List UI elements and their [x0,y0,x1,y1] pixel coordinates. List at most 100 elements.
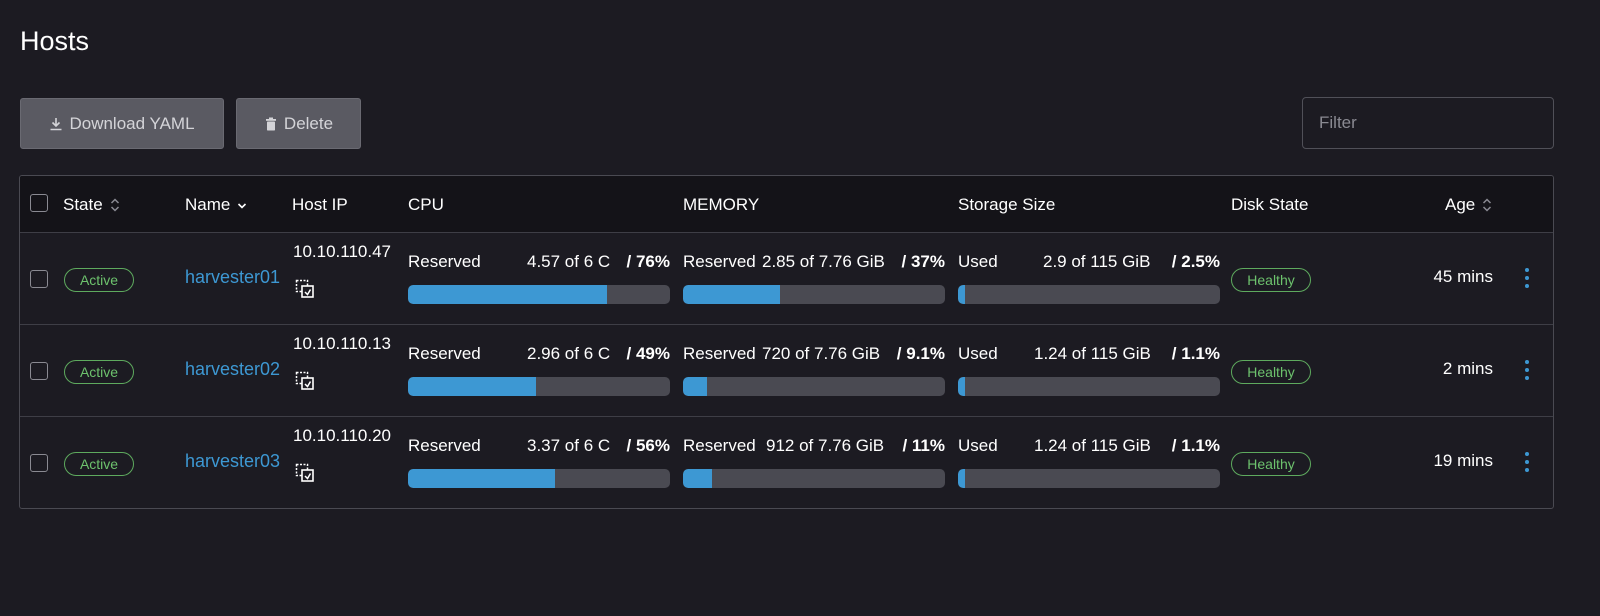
memory-progress-fill [683,469,712,488]
cpu-progress-bar [408,377,670,396]
memory-metric: Reserved 720 of 7.76 GiB / 9.1% [683,325,945,417]
download-yaml-label: Download YAML [69,113,195,133]
column-host-ip-label: Host IP [292,194,348,214]
memory-metric: Reserved 2.85 of 7.76 GiB / 37% [683,233,945,325]
page-title: Hosts [20,26,90,56]
storage-progress-fill [958,377,965,396]
storage-percent: / 1.1% [1171,344,1220,363]
storage-amount: 1.24 of 115 GiB [1034,344,1151,363]
copy-icon[interactable] [295,279,315,299]
table-row: Active harvester01 10.10.110.47 Reserved… [20,233,1553,325]
column-cpu-label: CPU [408,194,444,214]
memory-progress-bar [683,469,945,488]
cpu-label: Reserved [408,436,481,455]
trash-icon [265,117,276,130]
column-disk-state-label: Disk State [1231,194,1309,214]
column-cpu: CPU [408,176,444,233]
storage-progress-fill [958,469,965,488]
cpu-progress-bar [408,469,670,488]
storage-progress-bar [958,285,1220,304]
storage-progress-bar [958,377,1220,396]
column-memory-label: MEMORY [683,194,760,214]
memory-percent: / 37% [901,252,945,271]
download-yaml-button[interactable]: Download YAML [20,98,224,149]
host-ip: 10.10.110.13 [293,334,391,353]
host-ip: 10.10.110.47 [293,242,391,261]
column-memory: MEMORY [683,176,759,233]
state-badge: Active [64,268,134,292]
row-actions-kebab-icon[interactable] [1520,449,1534,475]
storage-amount: 1.24 of 115 GiB [1034,436,1151,455]
storage-metric: Used 1.24 of 115 GiB / 1.1% [958,417,1220,508]
download-icon [50,117,62,130]
cpu-percent: / 49% [626,344,670,363]
sort-icon [1483,197,1492,212]
select-all-checkbox[interactable] [30,194,48,212]
column-name-label: Name [185,194,231,214]
cpu-amount: 4.57 of 6 C [527,252,611,271]
disk-state-badge: Healthy [1231,268,1311,292]
storage-label: Used [958,436,998,455]
delete-button[interactable]: Delete [236,98,361,149]
cpu-amount: 3.37 of 6 C [527,436,611,455]
age-value: 19 mins [1433,451,1493,470]
memory-label: Reserved [683,436,756,455]
copy-icon[interactable] [295,463,315,483]
storage-percent: / 2.5% [1171,252,1220,271]
cpu-label: Reserved [408,344,481,363]
table-header: State Name Host IP CPU MEMORY Storage Si… [20,176,1553,233]
cpu-percent: / 56% [626,436,670,455]
cpu-metric: Reserved 4.57 of 6 C / 76% [408,233,670,325]
memory-amount: 912 of 7.76 GiB [766,436,885,455]
hosts-table: State Name Host IP CPU MEMORY Storage Si… [19,175,1554,509]
host-name-link[interactable]: harvester02 [185,359,280,380]
memory-metric: Reserved 912 of 7.76 GiB / 11% [683,417,945,508]
column-state-label: State [63,194,103,214]
row-actions-kebab-icon[interactable] [1520,265,1534,291]
age-value: 2 mins [1442,359,1493,378]
host-name-link[interactable]: harvester01 [185,267,280,288]
host-name-link[interactable]: harvester03 [185,451,280,472]
filter-input[interactable] [1302,97,1554,149]
storage-amount: 2.9 of 115 GiB [1043,252,1151,271]
disk-state-badge: Healthy [1231,452,1311,476]
row-checkbox[interactable] [30,454,48,472]
row-checkbox[interactable] [30,362,48,380]
table-row: Active harvester03 10.10.110.20 Reserved… [20,417,1553,508]
column-state[interactable]: State [63,176,121,233]
cpu-metric: Reserved 3.37 of 6 C / 56% [408,417,670,508]
column-name[interactable]: Name [185,176,248,233]
cpu-metric: Reserved 2.96 of 6 C / 49% [408,325,670,417]
sort-icon [110,197,119,212]
column-storage-size-label: Storage Size [958,194,1056,214]
row-checkbox[interactable] [30,270,48,288]
row-actions-kebab-icon[interactable] [1520,357,1534,383]
column-host-ip: Host IP [292,176,348,233]
memory-label: Reserved [683,344,756,363]
column-storage-size: Storage Size [958,176,1055,233]
memory-amount: 720 of 7.76 GiB [762,344,881,363]
memory-progress-fill [683,285,780,304]
column-disk-state: Disk State [1231,176,1308,233]
storage-metric: Used 2.9 of 115 GiB / 2.5% [958,233,1220,325]
cpu-progress-bar [408,285,670,304]
memory-progress-bar [683,377,945,396]
cpu-progress-fill [408,377,537,396]
memory-percent: / 9.1% [896,344,945,363]
table-row: Active harvester02 10.10.110.13 Reserved… [20,325,1553,417]
delete-label: Delete [283,113,334,133]
storage-label: Used [958,252,998,271]
column-age[interactable]: Age [1445,176,1493,233]
column-age-label: Age [1445,194,1476,214]
copy-icon[interactable] [295,371,315,391]
sort-desc-icon [238,202,247,209]
disk-state-badge: Healthy [1231,360,1311,384]
cpu-percent: / 76% [626,252,670,271]
storage-metric: Used 1.24 of 115 GiB / 1.1% [958,325,1220,417]
memory-percent: / 11% [902,436,945,455]
state-badge: Active [64,360,134,384]
storage-progress-fill [958,285,965,304]
memory-progress-bar [683,285,945,304]
cpu-label: Reserved [408,252,481,271]
state-badge: Active [64,452,134,476]
